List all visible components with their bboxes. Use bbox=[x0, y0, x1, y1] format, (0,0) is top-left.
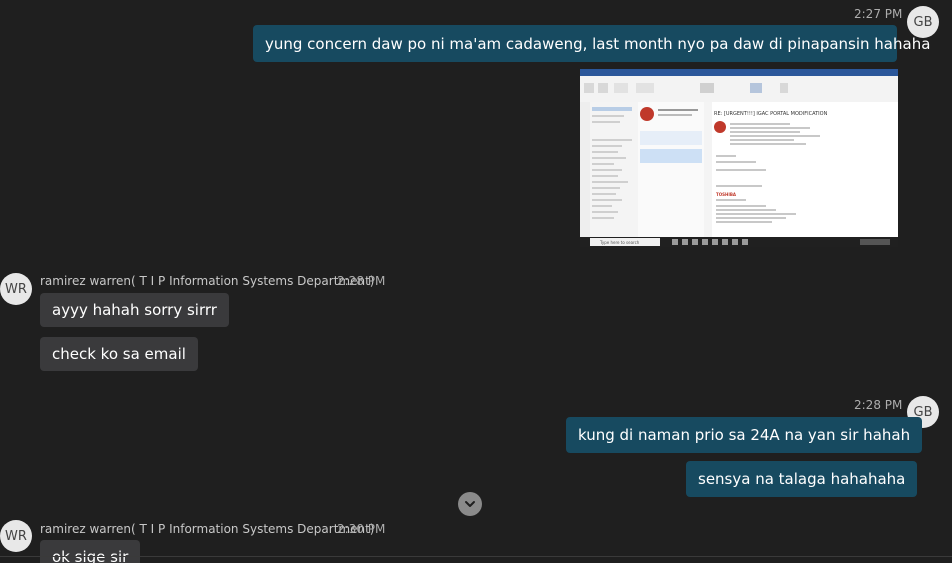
message-bubble[interactable]: kung di naman prio sa 24A na yan sir hah… bbox=[566, 417, 923, 453]
thumbnail-subject: RE: [URGENT!!!] IGAC PORTAL MODIFICATION bbox=[714, 111, 828, 117]
chevron-down-icon bbox=[465, 501, 475, 507]
thumbnail-brand: TOSHIBA bbox=[716, 192, 737, 197]
message-bubble[interactable]: sensya na talaga hahahaha bbox=[686, 461, 918, 497]
message-bubble[interactable]: ayyy hahah sorry sirrr bbox=[40, 293, 229, 327]
sender-name: ramirez warren( T I P Information System… bbox=[40, 274, 375, 288]
message-time: 2:30 PM bbox=[337, 522, 386, 536]
message-time: 2:28 PM bbox=[337, 274, 386, 288]
outlook-screenshot-icon: RE: [URGENT!!!] IGAC PORTAL MODIFICATION… bbox=[580, 69, 898, 247]
message-time: 2:27 PM bbox=[854, 7, 903, 21]
chat-pane: 2:27 PM GB yung concern daw po ni ma'am … bbox=[0, 0, 952, 563]
screenshot-thumbnail[interactable]: RE: [URGENT!!!] IGAC PORTAL MODIFICATION… bbox=[580, 69, 898, 247]
message-time: 2:28 PM bbox=[854, 398, 903, 412]
avatar[interactable]: GB bbox=[907, 6, 939, 38]
avatar[interactable]: WR bbox=[0, 273, 32, 305]
scroll-to-bottom-button[interactable] bbox=[458, 492, 482, 516]
thumbnail-taskbar-search: Type here to search bbox=[599, 240, 640, 245]
sender-name: ramirez warren( T I P Information System… bbox=[40, 522, 375, 536]
avatar[interactable]: WR bbox=[0, 520, 32, 552]
message-bubble[interactable]: yung concern daw po ni ma'am cadaweng, l… bbox=[253, 25, 930, 62]
message-bubble[interactable]: ok sige sir bbox=[40, 540, 141, 563]
divider bbox=[0, 556, 952, 557]
message-bubble[interactable]: check ko sa email bbox=[40, 337, 198, 371]
